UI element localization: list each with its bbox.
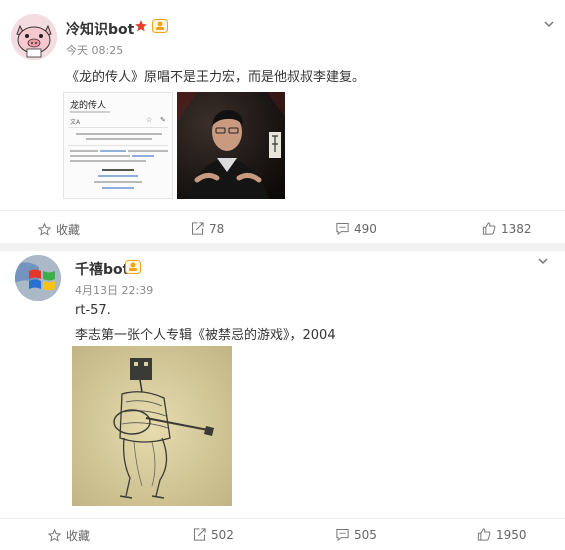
favorite-label: 收藏 xyxy=(56,223,81,237)
comment-button[interactable]: 490 xyxy=(335,221,377,236)
post-text: 《龙的传人》原唱不是王力宏，而是他叔叔李建复。 xyxy=(66,70,366,85)
post-text-line-2: 李志第一张个人专辑《被禁忌的游戏》，2004 xyxy=(75,328,336,343)
username[interactable]: 千禧bot xyxy=(75,259,129,279)
favorite-button[interactable]: 收藏 xyxy=(47,527,90,544)
verified-badge-icon xyxy=(152,18,168,37)
post-time: 今天 08:25 xyxy=(66,44,124,57)
comment-count: 505 xyxy=(354,527,377,542)
comment-count: 490 xyxy=(354,221,377,236)
avatar[interactable] xyxy=(11,14,57,60)
repost-button[interactable]: 502 xyxy=(192,527,234,542)
thumbs-up-icon xyxy=(482,222,496,235)
wiki-screenshot-image[interactable]: 龙的传人 文A ☆ ✎ xyxy=(63,92,173,199)
like-count: 1382 xyxy=(501,221,532,236)
windows-logo-icon xyxy=(15,255,61,301)
comment-icon xyxy=(336,529,349,542)
singer-photo-image[interactable] xyxy=(177,92,285,199)
wiki-title: 龙的传人 xyxy=(70,101,107,111)
verified-badge-icon xyxy=(125,259,141,278)
avatar[interactable] xyxy=(15,255,61,301)
post-text-line-1: rt-57. xyxy=(75,303,111,318)
repost-icon xyxy=(192,222,204,235)
like-count: 1950 xyxy=(496,527,527,542)
repost-count: 78 xyxy=(209,221,225,236)
repost-count: 502 xyxy=(211,527,234,542)
pig-avatar-icon xyxy=(11,14,57,60)
star-icon xyxy=(134,18,148,37)
repost-icon xyxy=(194,528,206,541)
album-cover-image[interactable] xyxy=(72,346,232,506)
thumbs-up-icon xyxy=(477,528,491,541)
action-divider xyxy=(0,518,565,519)
comment-icon xyxy=(336,223,349,236)
star-outline-icon xyxy=(47,528,62,542)
post-separator xyxy=(0,243,565,251)
repost-button[interactable]: 78 xyxy=(190,221,224,236)
favorite-label: 收藏 xyxy=(66,529,91,543)
like-button[interactable]: 1382 xyxy=(481,221,532,236)
chevron-down-icon[interactable] xyxy=(543,15,555,34)
comment-button[interactable]: 505 xyxy=(335,527,377,542)
username[interactable]: 冷知识bot xyxy=(66,19,134,39)
chevron-down-icon[interactable] xyxy=(537,252,549,271)
star-outline-icon xyxy=(37,222,52,236)
action-divider xyxy=(0,210,565,211)
favorite-button[interactable]: 收藏 xyxy=(37,221,80,238)
post-time: 4月13日 22:39 xyxy=(75,284,154,297)
like-button[interactable]: 1950 xyxy=(476,527,527,542)
